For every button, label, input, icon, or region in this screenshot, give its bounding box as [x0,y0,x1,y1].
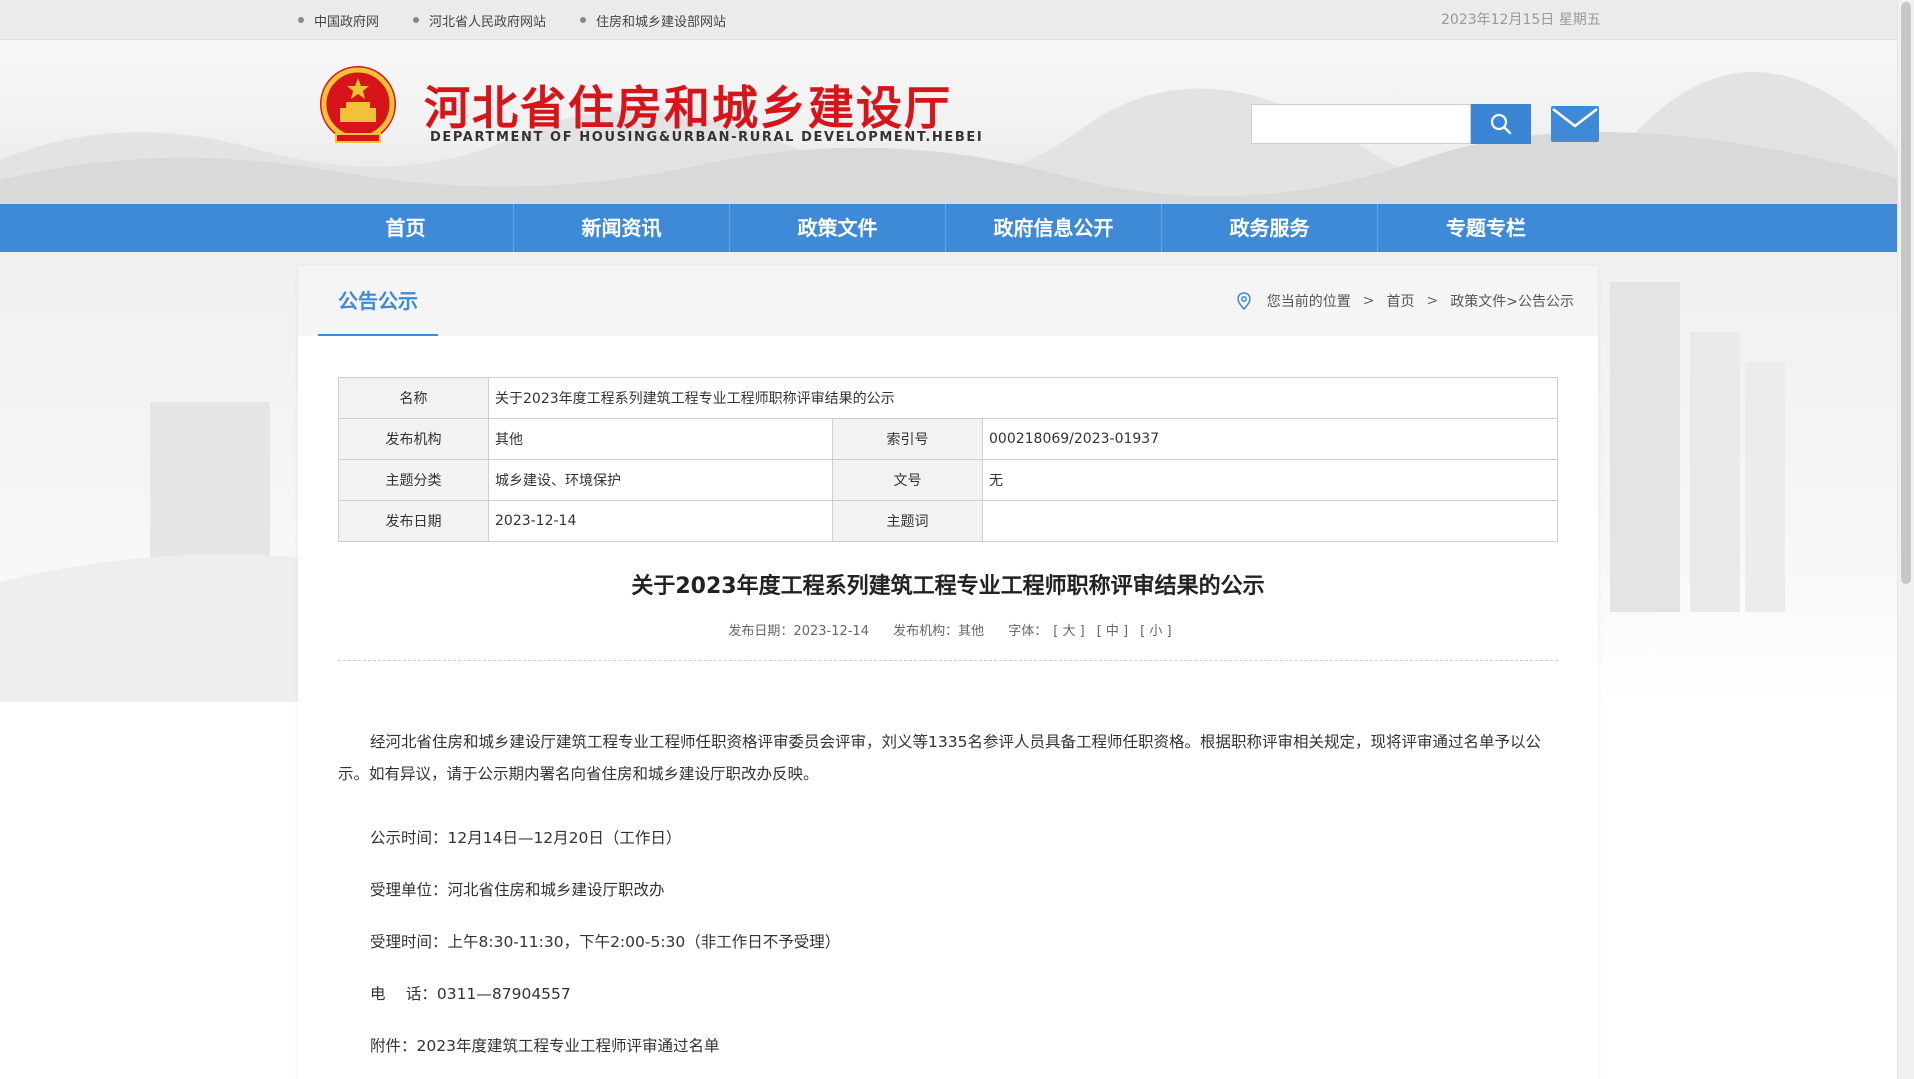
nav-items: 首页 新闻资讯 政策文件 政府信息公开 政务服务 专题专栏 [298,204,1594,252]
nav-item-services[interactable]: 政务服务 [1162,204,1378,252]
location-pin-icon [1237,292,1251,310]
site-subtitle: DEPARTMENT OF HOUSING&URBAN-RURAL DEVELO… [430,130,984,145]
table-row: 名称 关于2023年度工程系列建筑工程专业工程师职称评审结果的公示 [338,377,1558,419]
card-header: 公告公示 您当前的位置 > 首页 > 政策文件>公告公示 [298,266,1598,336]
index-label: 索引号 [832,418,983,460]
keyword-label: 主题词 [832,500,983,542]
public-time-line: 公示时间：12月14日—12月20日（工作日） [370,829,682,847]
content-card: 公告公示 您当前的位置 > 首页 > 政策文件>公告公示 名称 关于2023年度… [298,266,1598,1079]
nav-item-policy[interactable]: 政策文件 [730,204,946,252]
font-size-label: 字体： [1008,624,1048,639]
attachment-link[interactable]: 附件：2023年度建筑工程专业工程师评审通过名单 [370,1034,719,1056]
bullet-icon [580,17,587,23]
top-bar: 中国政府网 河北省人民政府网站 住房和城乡建设部网站 2023年12月15日 星… [0,0,1897,40]
article-body: 经河北省住房和城乡建设厅建筑工程专业工程师任职资格评审委员会评审，刘义等1335… [338,726,1558,1055]
publisher-value: 其他 [488,418,833,460]
date-value: 2023-12-14 [488,500,833,542]
table-row: 发布日期 2023-12-14 主题词 [338,500,1558,542]
link-label: 住房和城乡建设部网站 [596,14,727,30]
name-value: 关于2023年度工程系列建筑工程专业工程师职称评审结果的公示 [488,377,1558,419]
hours-line: 受理时间：上午8:30-11:30，下午2:00-5:30（非工作日不予受理） [370,933,841,951]
font-small-button[interactable]: [ 小 ] [1140,624,1171,639]
section-title: 公告公示 [318,266,438,336]
date-label: 发布日期 [338,500,489,542]
link-label: 河北省人民政府网站 [429,14,547,30]
nav-item-home[interactable]: 首页 [298,204,514,252]
breadcrumb-separator: > [1362,293,1375,309]
divider [338,660,1558,661]
breadcrumb-home[interactable]: 首页 [1387,291,1415,311]
meta-date: 发布日期：2023-12-14 [728,624,869,639]
search-button[interactable] [1471,104,1531,144]
breadcrumb: 您当前的位置 > 首页 > 政策文件>公告公示 [1237,266,1574,336]
bullet-icon [298,17,304,23]
article-title: 关于2023年度工程系列建筑工程专业工程师职称评审结果的公示 [631,574,1265,599]
nav-item-disclosure[interactable]: 政府信息公开 [946,204,1162,252]
link-mohurd[interactable]: 住房和城乡建设部网站 [580,11,726,30]
name-label: 名称 [338,377,489,419]
article-paragraph: 经河北省住房和城乡建设厅建筑工程专业工程师任职资格评审委员会评审，刘义等1335… [338,733,1541,783]
link-label: 中国政府网 [314,14,380,30]
breadcrumb-path[interactable]: 政策文件>公告公示 [1450,291,1574,311]
site-title: 河北省住房和城乡建设厅 [424,81,952,135]
current-date: 2023年12月15日 星期五 [1441,12,1601,28]
breadcrumb-separator: > [1426,293,1439,309]
article-meta: 发布日期：2023-12-14 发布机构：其他 字体： [ 大 ] [ 中 ] [ 小… [338,620,1558,639]
scroll-thumb[interactable] [1901,2,1911,584]
national-emblem-icon [320,66,396,143]
mail-icon[interactable] [1551,106,1599,142]
link-hebei-gov[interactable]: 河北省人民政府网站 [413,11,546,30]
meta-publisher: 发布机构：其他 [893,624,985,639]
document-info-table: 名称 关于2023年度工程系列建筑工程专业工程师职称评审结果的公示 发布机构 其… [338,377,1558,542]
table-row: 主题分类 城乡建设、环境保护 文号 无 [338,459,1558,501]
nav-item-news[interactable]: 新闻资讯 [514,204,730,252]
publisher-label: 发布机构 [338,418,489,460]
topic-label: 主题分类 [338,459,489,501]
bullet-icon [413,17,420,23]
phone-line: 电 话：0311—87904557 [370,985,571,1003]
font-medium-button[interactable]: [ 中 ] [1097,624,1128,639]
search-icon [1490,113,1512,135]
topic-value: 城乡建设、环境保护 [488,459,833,501]
table-row: 发布机构 其他 索引号 000218069/2023-01937 [338,418,1558,460]
scrollbar[interactable] [1897,0,1914,1079]
nav-item-topics[interactable]: 专题专栏 [1378,204,1594,252]
docno-value: 无 [982,459,1558,501]
site-header: 河北省住房和城乡建设厅 DEPARTMENT OF HOUSING&URBAN-… [0,40,1897,204]
font-large-button[interactable]: [ 大 ] [1053,624,1084,639]
search-input[interactable] [1251,104,1471,144]
link-gov-cn[interactable]: 中国政府网 [298,11,379,30]
breadcrumb-prefix: 您当前的位置 [1266,294,1351,310]
main-nav: 首页 新闻资讯 政策文件 政府信息公开 政务服务 专题专栏 [0,204,1897,252]
keyword-value [982,500,1558,542]
top-links: 中国政府网 河北省人民政府网站 住房和城乡建设部网站 [298,0,760,40]
docno-label: 文号 [832,459,983,501]
unit-line: 受理单位：河北省住房和城乡建设厅职改办 [370,881,665,899]
index-value: 000218069/2023-01937 [982,418,1558,460]
